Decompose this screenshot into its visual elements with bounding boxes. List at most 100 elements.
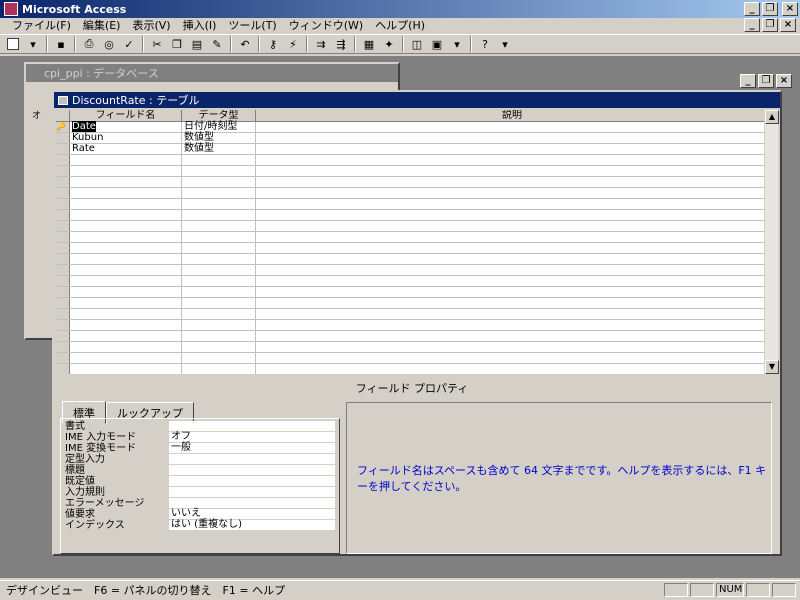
description-cell[interactable] [256, 133, 768, 143]
menu-view[interactable]: 表示(V) [126, 17, 176, 33]
field-name-cell[interactable] [70, 287, 182, 297]
table-row[interactable] [56, 331, 768, 342]
field-name-cell[interactable] [70, 320, 182, 330]
mdi-minimize-icon[interactable]: _ [744, 18, 760, 32]
description-cell[interactable] [256, 232, 768, 242]
menu-tools[interactable]: ツール(T) [222, 17, 282, 33]
description-cell[interactable] [256, 331, 768, 341]
data-type-cell[interactable] [182, 342, 256, 352]
row-selector[interactable] [56, 133, 70, 143]
row-selector[interactable] [56, 199, 70, 209]
field-name-cell[interactable]: Date [70, 121, 182, 132]
column-header-data-type[interactable]: データ型 [182, 110, 256, 121]
field-name-cell[interactable] [70, 276, 182, 286]
row-selector[interactable] [56, 331, 70, 341]
bg-restore-icon[interactable]: ❐ [758, 74, 774, 88]
description-cell[interactable] [256, 287, 768, 297]
description-cell[interactable] [256, 155, 768, 165]
table-row[interactable] [56, 265, 768, 276]
row-selector[interactable] [56, 265, 70, 275]
primary-key-icon[interactable]: ⚷ [264, 35, 282, 53]
data-type-cell[interactable] [182, 243, 256, 253]
property-value-field[interactable]: 一般 [169, 443, 335, 454]
row-selector[interactable] [56, 243, 70, 253]
table-row[interactable] [56, 298, 768, 309]
field-name-cell[interactable] [70, 342, 182, 352]
field-name-cell[interactable] [70, 309, 182, 319]
field-name-cell[interactable] [70, 210, 182, 220]
description-cell[interactable] [256, 122, 768, 132]
row-selector[interactable] [56, 309, 70, 319]
description-cell[interactable] [256, 298, 768, 308]
bg-close-icon[interactable]: × [776, 74, 792, 88]
data-type-cell[interactable] [182, 221, 256, 231]
print-preview-icon[interactable]: ◎ [100, 35, 118, 53]
data-type-cell[interactable]: 日付/時刻型 [182, 122, 256, 132]
field-name-cell[interactable] [70, 243, 182, 253]
field-name-cell[interactable] [70, 265, 182, 275]
table-row[interactable] [56, 364, 768, 374]
column-header-field-name[interactable]: フィールド名 [70, 110, 182, 121]
field-name-cell[interactable] [70, 232, 182, 242]
table-row[interactable]: 🔑 Date 日付/時刻型 [56, 121, 768, 133]
table-row[interactable] [56, 166, 768, 177]
row-selector[interactable] [56, 210, 70, 220]
data-type-cell[interactable] [182, 331, 256, 341]
property-value-field[interactable] [169, 465, 335, 476]
table-row[interactable] [56, 232, 768, 243]
spelling-icon[interactable]: ✓ [120, 35, 138, 53]
field-name-cell[interactable] [70, 188, 182, 198]
field-name-cell[interactable] [70, 155, 182, 165]
field-name-cell[interactable] [70, 331, 182, 341]
property-value-field[interactable]: オフ [169, 432, 335, 443]
table-row[interactable]: Kubun 数値型 [56, 133, 768, 144]
table-row[interactable] [56, 199, 768, 210]
data-type-cell[interactable] [182, 309, 256, 319]
table-row[interactable] [56, 276, 768, 287]
print-icon[interactable]: ⎙ [80, 35, 98, 53]
data-type-cell[interactable] [182, 210, 256, 220]
table-row[interactable] [56, 254, 768, 265]
description-cell[interactable] [256, 320, 768, 330]
row-selector[interactable] [56, 353, 70, 363]
menu-help[interactable]: ヘルプ(H) [369, 17, 431, 33]
data-type-cell[interactable] [182, 287, 256, 297]
new-object-icon[interactable]: ▣ [428, 35, 446, 53]
mdi-restore-icon[interactable]: ❐ [762, 18, 778, 32]
description-cell[interactable] [256, 144, 768, 154]
field-name-cell[interactable] [70, 353, 182, 363]
field-name-cell[interactable] [70, 199, 182, 209]
table-row[interactable] [56, 243, 768, 254]
menu-insert[interactable]: 挿入(I) [177, 17, 223, 33]
view-dropdown-icon[interactable]: ▾ [24, 35, 42, 53]
row-selector[interactable] [56, 232, 70, 242]
bg-minimize-icon[interactable]: _ [740, 74, 756, 88]
build-wizard-icon[interactable]: ✦ [380, 35, 398, 53]
description-cell[interactable] [256, 199, 768, 209]
property-value-field[interactable] [169, 476, 335, 487]
delete-rows-icon[interactable]: ⇶ [332, 35, 350, 53]
data-type-cell[interactable] [182, 353, 256, 363]
column-header-description[interactable]: 説明 [256, 110, 768, 121]
close-icon[interactable]: × [782, 2, 798, 16]
new-object-dropdown-icon[interactable]: ▾ [448, 35, 466, 53]
description-cell[interactable] [256, 254, 768, 264]
row-selector[interactable] [56, 155, 70, 165]
view-icon[interactable] [4, 35, 22, 53]
grid-vertical-scrollbar[interactable]: ▲ ▼ [764, 110, 779, 374]
data-type-cell[interactable] [182, 265, 256, 275]
row-selector[interactable] [56, 254, 70, 264]
menu-file[interactable]: ファイル(F) [6, 17, 77, 33]
minimize-icon[interactable]: _ [744, 2, 760, 16]
table-row[interactable] [56, 353, 768, 364]
field-name-cell[interactable]: Rate [70, 144, 182, 154]
help-icon[interactable]: ? [476, 35, 494, 53]
field-name-cell[interactable] [70, 166, 182, 176]
mdi-close-icon[interactable]: × [780, 18, 796, 32]
description-cell[interactable] [256, 188, 768, 198]
help-dropdown-icon[interactable]: ▾ [496, 35, 514, 53]
row-selector[interactable] [56, 320, 70, 330]
description-cell[interactable] [256, 276, 768, 286]
row-selector[interactable] [56, 177, 70, 187]
field-name-cell[interactable] [70, 298, 182, 308]
